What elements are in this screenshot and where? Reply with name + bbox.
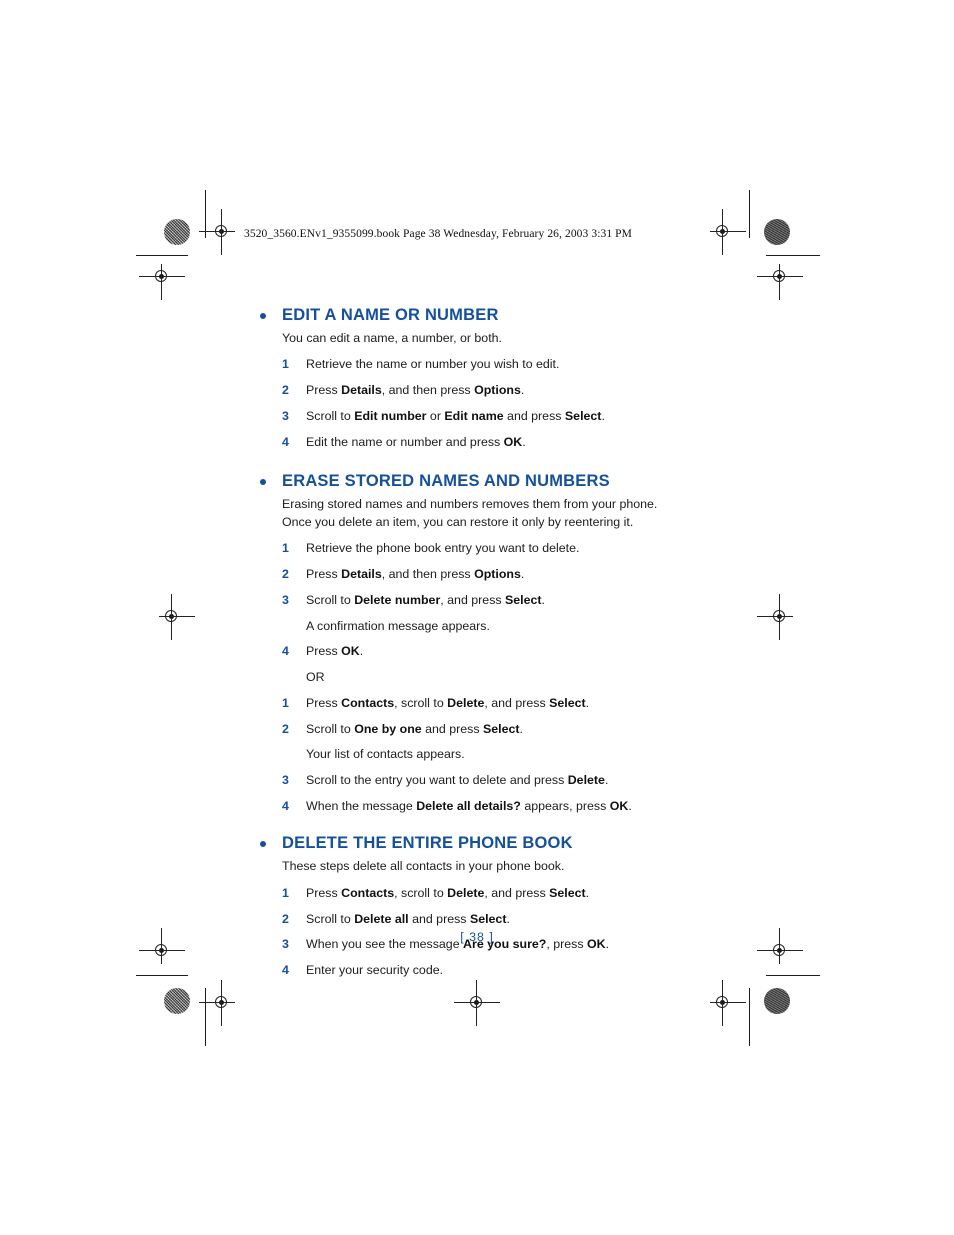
crop-rule <box>766 975 820 976</box>
step-note: Your list of contacts appears. <box>306 747 465 762</box>
step-number: 2 <box>282 721 289 736</box>
alternative-separator: OR <box>306 670 325 685</box>
page-number: [ 38 ] <box>460 930 494 944</box>
section-heading: DELETE THE ENTIRE PHONE BOOK <box>258 834 678 854</box>
step-item: 4 Edit the name or number and press OK. <box>282 434 678 451</box>
crop-rule <box>136 255 188 256</box>
step-note: A confirmation message appears. <box>306 618 490 633</box>
registration-target-icon <box>199 209 235 255</box>
step-item: 4 When the message Delete all details? ap… <box>282 798 678 815</box>
step-text: Scroll to the entry you want to delete a… <box>306 772 609 787</box>
registration-target-icon <box>710 209 746 255</box>
section-heading-label: ERASE STORED NAMES AND NUMBERS <box>282 472 610 491</box>
step-number: 1 <box>282 695 289 710</box>
step-number: 2 <box>282 911 289 926</box>
crop-rule <box>136 975 188 976</box>
section: EDIT A NAME OR NUMBER You can edit a name… <box>258 306 678 450</box>
step-number: 2 <box>282 383 289 398</box>
step-number: 3 <box>282 592 289 607</box>
registration-target-icon <box>139 264 185 300</box>
registration-target-icon <box>757 594 793 640</box>
step-number: 1 <box>282 357 289 372</box>
step-item: 1 Press Contacts, scroll to Delete, and p… <box>282 695 678 712</box>
bullet-icon <box>260 479 266 486</box>
step-item: 3 Scroll to the entry you want to delete … <box>282 772 678 789</box>
step-number: 4 <box>282 644 289 659</box>
step-text: Retrieve the name or number you wish to … <box>306 357 560 372</box>
section: DELETE THE ENTIRE PHONE BOOK These steps … <box>258 834 678 978</box>
step-number: 4 <box>282 434 289 449</box>
step-number: 1 <box>282 541 289 556</box>
step-item: 1 Press Contacts, scroll to Delete, and p… <box>282 885 678 902</box>
step-number: 1 <box>282 885 289 900</box>
step-number: 4 <box>282 798 289 813</box>
crop-rule <box>749 988 750 1046</box>
bullet-icon <box>260 313 266 319</box>
step-item: 4 Enter your security code. <box>282 962 678 979</box>
section-heading: EDIT A NAME OR NUMBER <box>258 306 678 326</box>
density-patch-icon <box>764 219 790 245</box>
density-patch-icon <box>764 988 790 1014</box>
step-number: 3 <box>282 772 289 787</box>
crop-rule <box>749 190 750 238</box>
running-header: 3520_3560.ENv1_9355099.book Page 38 Wedn… <box>244 228 632 240</box>
section-heading: ERASE STORED NAMES AND NUMBERS <box>258 472 678 492</box>
step-text: Press Details, and then press Options. <box>306 383 525 398</box>
registration-target-icon <box>159 594 195 640</box>
step-item: 2 Press Details, and then press Options. <box>282 566 678 583</box>
bullet-icon <box>260 841 266 848</box>
section-intro: You can edit a name, a number, or both. <box>282 330 502 345</box>
step-text: Enter your security code. <box>306 963 444 978</box>
crop-rule <box>205 988 206 1046</box>
step-text: Retrieve the phone book entry you want t… <box>306 541 580 556</box>
page-content: EDIT A NAME OR NUMBER You can edit a name… <box>258 306 678 1001</box>
step-text: Scroll to Edit number or Edit name and p… <box>306 408 605 423</box>
registration-target-icon <box>757 264 803 300</box>
section-intro: Erasing stored names and numbers removes… <box>282 497 658 529</box>
step-number: 2 <box>282 567 289 582</box>
step-item: 3 Scroll to Edit number or Edit name and … <box>282 408 678 425</box>
step-item: 1 Retrieve the name or number you wish to… <box>282 356 678 373</box>
step-text: Scroll to Delete all and press Select. <box>306 911 510 926</box>
step-text: Press Contacts, scroll to Delete, and pr… <box>306 885 590 900</box>
step-list: 1 Retrieve the name or number you wish to… <box>258 356 678 450</box>
crop-rule <box>766 255 820 256</box>
step-text: Scroll to One by one and press Select. <box>306 721 523 736</box>
step-item: 2 Scroll to One by one and press Select. <box>282 721 678 738</box>
registration-target-icon <box>199 980 235 1026</box>
density-patch-icon <box>164 988 190 1014</box>
step-text: Press Contacts, scroll to Delete, and pr… <box>306 695 590 710</box>
step-item: 2 Scroll to Delete all and press Select. <box>282 911 678 928</box>
step-text: Scroll to Delete number, and press Selec… <box>306 592 545 607</box>
density-patch-icon <box>164 219 190 245</box>
section-heading-label: EDIT A NAME OR NUMBER <box>282 306 499 324</box>
section-heading-label: DELETE THE ENTIRE PHONE BOOK <box>282 834 573 853</box>
step-item: 1 Retrieve the phone book entry you want … <box>282 540 678 557</box>
section: ERASE STORED NAMES AND NUMBERS Erasing st… <box>258 472 678 814</box>
step-number: 4 <box>282 963 289 978</box>
step-text: When the message Delete all details? app… <box>306 798 632 813</box>
step-number: 3 <box>282 408 289 423</box>
step-list: 1 Retrieve the phone book entry you want … <box>258 540 678 814</box>
step-text: Press OK. <box>306 644 364 659</box>
section-intro: These steps delete all contacts in your … <box>282 859 565 874</box>
step-text: Press Details, and then press Options. <box>306 567 525 582</box>
registration-target-icon <box>710 980 746 1026</box>
step-item: 4 Press OK. <box>282 643 678 660</box>
step-text: Edit the name or number and press OK. <box>306 434 526 449</box>
step-item: 3 Scroll to Delete number, and press Sele… <box>282 592 678 609</box>
step-item: 2 Press Details, and then press Options. <box>282 382 678 399</box>
